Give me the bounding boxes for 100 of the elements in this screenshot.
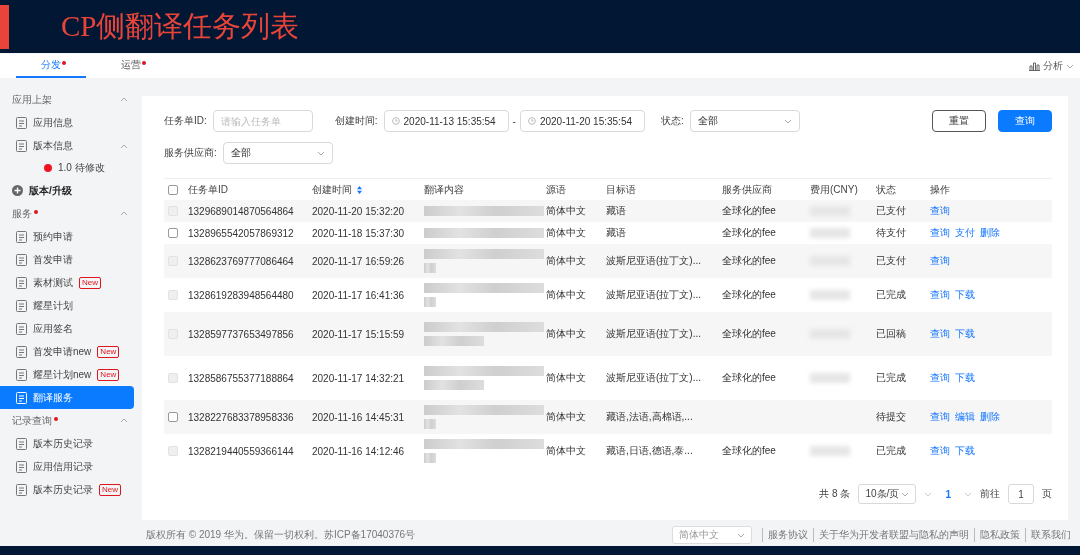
column-header[interactable]: 创建时间 [312,182,424,197]
table-cell-text: 波斯尼亚语(拉丁文)... [606,371,702,385]
document-icon [16,253,27,266]
page-title: CP侧翻译任务列表 [61,8,300,44]
top-tab[interactable]: 分发 [16,54,86,78]
footer-link[interactable]: 关于华为开发者联盟与隐私的声明 [813,528,974,542]
document-icon [16,368,27,381]
table-cell-text: 全球化的fee [722,371,777,385]
row-checkbox[interactable] [168,228,178,238]
document-icon [16,299,27,312]
column-header: 源语 [546,182,567,197]
sidebar-item[interactable]: 耀星计划 [0,294,134,317]
sidebar-subitem[interactable]: 1.0 待修改 [0,157,140,179]
table-cell-text: 2020-11-17 16:59:26 [312,255,406,267]
query-button[interactable]: 查询 [998,110,1052,132]
sidebar-item[interactable]: 首发申请new New [0,340,134,363]
row-action-link[interactable]: 查询 [930,410,950,424]
table-cell-text: 简体中文 [546,410,587,424]
sidebar-item[interactable]: 预约申请 [0,225,134,248]
sidebar-item[interactable]: 素材测试 New [0,271,134,294]
sidebar-group-header[interactable]: 服务 [0,202,140,225]
document-icon [16,322,27,335]
column-header: 操作 [930,182,951,197]
table-cell-text: 1328597737653497856 [188,328,295,340]
table-cell-text: 1328227683378958336 [188,411,295,423]
next-page-icon [964,491,972,497]
table-cell-text: 全球化的fee [722,327,777,341]
sidebar-group-header[interactable]: 应用上架 [0,88,140,111]
page-number[interactable]: 1 [940,488,956,500]
language-select[interactable]: 简体中文 [672,526,752,544]
row-action-link[interactable]: 查询 [930,226,950,240]
sidebar-item[interactable]: 应用信用记录 [0,455,134,478]
table-cell-text: 2020-11-17 15:15:59 [312,328,406,340]
table-cell-text: 藏语,日语,德语,泰... [606,444,694,458]
column-header: 服务供应商 [722,182,773,197]
sidebar-item[interactable]: 版本历史记录 [0,432,134,455]
document-icon [16,391,27,404]
table-cell-text: 全球化的fee [722,254,777,268]
page-size-select[interactable]: 10条/页 [858,484,917,504]
chevron-up-icon [120,144,128,149]
sidebar-action[interactable]: 版本/升级 [0,179,140,202]
sidebar-item[interactable]: 翻译服务 [0,386,134,409]
document-icon [16,460,27,473]
table-cell-text: 全球化的fee [722,288,777,302]
footer-link[interactable]: 服务协议 [762,528,813,542]
footer-link[interactable]: 隐私政策 [974,528,1025,542]
goto-label: 前往 [980,487,1000,501]
sidebar-group-header[interactable]: 记录查询 [0,409,140,432]
row-action-link[interactable]: 删除 [980,410,1000,424]
table-cell-text: 1328965542057869312 [188,227,295,239]
end-date-field[interactable]: 2020-11-20 15:35:54 [519,110,645,132]
sidebar-item[interactable]: 首发申请 [0,248,134,271]
document-icon [16,116,27,129]
sidebar-item[interactable]: 版本历史记录 New [0,478,134,501]
reset-button[interactable]: 重置 [932,110,986,132]
document-icon [16,483,27,496]
document-icon [16,139,27,152]
status-select[interactable]: 全部 [689,110,800,132]
new-badge: New [97,368,120,381]
table-cell-text: 已完成 [876,288,907,302]
footer-link[interactable]: 联系我们 [1025,528,1076,542]
top-tab[interactable]: 运营 [86,54,176,78]
chevron-up-icon [120,211,128,216]
previous-page-icon [924,491,933,497]
table-cell-text: 简体中文 [546,371,587,385]
filter-label: 任务单ID: [164,114,207,128]
new-badge: New [97,345,120,358]
row-checkbox[interactable] [168,412,178,422]
table-cell-text: 1328623769777086464 [188,255,295,267]
table-cell-text: 1328586755377188864 [188,372,295,384]
column-header: 任务单ID [188,182,229,197]
table-cell-text: 全球化的fee [722,226,777,240]
clock-icon [527,117,536,125]
sidebar-item[interactable]: 应用签名 [0,317,134,340]
table-cell-text: 待支付 [876,226,907,240]
table-cell-text: 藏语 [606,226,627,240]
analysis-link[interactable]: 分析 [1029,54,1080,78]
sidebar-item[interactable]: 应用信息 [0,111,134,134]
row-action-link[interactable]: 支付 [955,226,975,240]
table-cell-text: 波斯尼亚语(拉丁文)... [606,288,702,302]
table-cell-text: 简体中文 [546,226,587,240]
plus-circle-icon [12,185,23,196]
start-date-field[interactable]: 2020-11-13 15:35:54 [383,110,509,132]
provider-select[interactable]: 全部 [222,142,333,164]
goto-page-field[interactable]: 1 [1008,484,1034,504]
filter-label: 服务供应商: [164,146,217,160]
select-all-checkbox[interactable] [168,184,178,195]
sidebar-item[interactable]: 耀星计划new New [0,363,134,386]
table-cell-text: 2020-11-16 14:45:31 [312,411,406,423]
table-cell-text: 已支付 [876,254,907,268]
table-cell-text: 2020-11-16 14:12:46 [312,445,406,457]
table-cell-text: 待提交 [876,410,907,424]
table-cell-text: 简体中文 [546,327,587,341]
row-action-link[interactable]: 删除 [980,226,1000,240]
sidebar-item[interactable]: 版本信息 [0,134,134,157]
table-cell-text: 已完成 [876,444,907,458]
row-action-link[interactable]: 编辑 [955,410,975,424]
total-count: 共 8 条 [819,487,851,501]
filter-label: 创建时间: [334,114,378,128]
new-badge: New [79,276,101,289]
